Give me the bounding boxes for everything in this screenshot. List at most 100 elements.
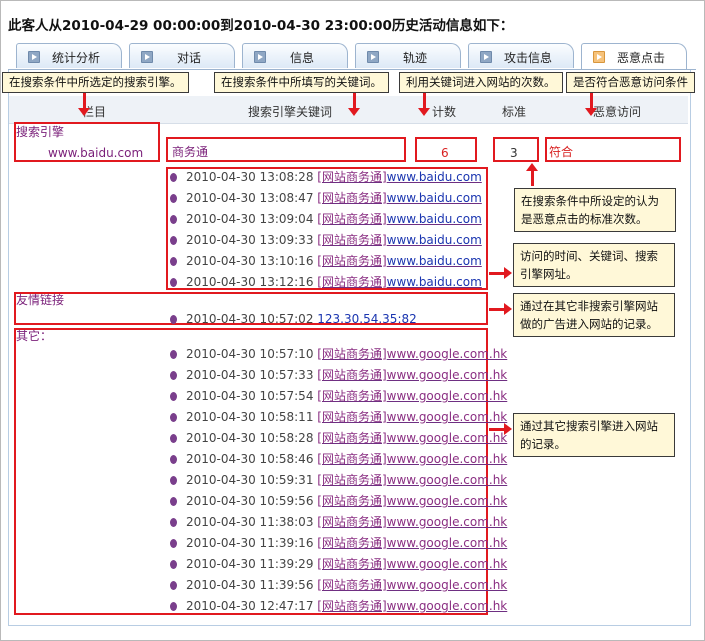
annotation-visits: 访问的时间、关键词、搜索引擎网址。 [513,243,675,287]
visit-dot-icon [170,194,177,203]
visit-dot-icon [170,602,177,611]
annotation-count: 利用关键词进入网站的次数。 [399,72,563,93]
record-link[interactable]: [网站商务通]www.google.com.hk [317,389,507,403]
annotation-friend: 通过在其它非搜索引擎网站做的广告进入网站的记录。 [513,293,675,337]
tab-track[interactable]: 轨迹 [355,43,461,68]
record-link[interactable]: [网站商务通]www.google.com.hk [317,347,507,361]
list-item: 2010-04-30 10:57:10 [网站商务通]www.google.co… [170,344,507,365]
list-item: 2010-04-30 10:58:28 [网站商务通]www.google.co… [170,428,507,449]
column-header-count: 计数 [432,105,457,119]
list-item: 2010-04-30 13:09:33 [网站商务通]www.baidu.com [170,230,482,251]
tab-label: 攻击信息 [503,51,552,65]
tab-label: 轨迹 [402,51,427,65]
record-link[interactable]: [网站商务通]www.google.com.hk [317,599,507,613]
record-link[interactable]: 123.30.54.35:82 [317,312,416,326]
record-link[interactable]: [网站商务通]www.google.com.hk [317,368,507,382]
tab-info[interactable]: 信息 [242,43,348,68]
tab-statistics[interactable]: 统计分析 [16,43,122,68]
visit-dot-icon [170,455,177,464]
column-header-malicious: 恶意访问 [593,105,642,119]
annotation-keyword: 在搜索条件中所填写的关键词。 [214,72,389,93]
malicious-value: 符合 [549,145,574,159]
visit-dot-icon [170,413,177,422]
section-label-friend: 友情链接 [16,293,65,307]
tab-label: 恶意点击 [616,51,665,65]
list-item: 2010-04-30 13:08:28 [网站商务通]www.baidu.com [170,167,482,188]
visit-dot-icon [170,581,177,590]
count-value: 6 [441,146,449,160]
tab-attack-info[interactable]: 攻击信息 [468,43,574,68]
visit-dot-icon [170,518,177,527]
arrow-down [78,93,90,116]
record-link[interactable]: [网站商务通]www.google.com.hk [317,410,507,424]
list-item: 2010-04-30 10:59:56 [网站商务通]www.google.co… [170,491,507,512]
page-title: 此客人从2010-04-29 00:00:00到2010-04-30 23:00… [8,18,514,34]
tab-bar: 统计分析 对话 信息 轨迹 攻击信息 恶意点击 [16,43,696,69]
tab-label: 对话 [176,51,201,65]
list-item: 2010-04-30 13:12:16 [网站商务通]www.baidu.com [170,272,482,293]
record-link[interactable]: [网站商务通]www.google.com.hk [317,515,507,529]
keyword-value: 商务通 [172,145,209,159]
annotation-standard: 在搜索条件中所设定的认为是恶意点击的标准次数。 [514,188,676,232]
arrow-right [489,267,512,279]
record-link[interactable]: [网站商务通]www.google.com.hk [317,473,507,487]
standard-value: 3 [510,146,518,160]
record-link[interactable]: [网站商务通]www.baidu.com [317,170,482,184]
list-item: 2010-04-30 11:39:16 [网站商务通]www.google.co… [170,533,507,554]
engine-name: www.baidu.com [48,146,144,160]
list-item: 2010-04-30 10:57:54 [网站商务通]www.google.co… [170,386,507,407]
visit-dot-icon [170,392,177,401]
arrow-down [585,93,597,116]
section-label-other: 其它： [16,329,53,343]
section-label-search: 搜索引擎 [16,125,65,139]
list-item: 2010-04-30 13:08:47 [网站商务通]www.baidu.com [170,188,482,209]
record-link[interactable]: [网站商务通]www.google.com.hk [317,452,507,466]
friend-records: 2010-04-30 10:57:02 123.30.54.35:82 [170,309,417,330]
visit-dot-icon [170,278,177,287]
visit-dot-icon [170,497,177,506]
list-item: 2010-04-30 10:57:02 123.30.54.35:82 [170,309,417,330]
list-item: 2010-04-30 10:57:33 [网站商务通]www.google.co… [170,365,507,386]
visit-dot-icon [170,560,177,569]
record-link[interactable]: [网站商务通]www.google.com.hk [317,536,507,550]
arrow-down [418,93,430,116]
arrow-right [489,423,512,435]
search-records: 2010-04-30 13:08:28 [网站商务通]www.baidu.com… [170,167,482,293]
visit-dot-icon [170,476,177,485]
annotation-malicious: 是否符合恶意访问条件 [566,72,695,93]
record-link[interactable]: [网站商务通]www.baidu.com [317,212,482,226]
arrow-down [348,93,360,116]
visit-dot-icon [170,371,177,380]
visit-dot-icon [170,236,177,245]
tab-dialogue[interactable]: 对话 [129,43,235,68]
list-item: 2010-04-30 10:58:46 [网站商务通]www.google.co… [170,449,507,470]
visit-dot-icon [170,434,177,443]
list-item: 2010-04-30 11:38:03 [网站商务通]www.google.co… [170,512,507,533]
list-item: 2010-04-30 11:39:29 [网站商务通]www.google.co… [170,554,507,575]
list-item: 2010-04-30 12:47:17 [网站商务通]www.google.co… [170,596,507,617]
visit-dot-icon [170,539,177,548]
record-link[interactable]: [网站商务通]www.google.com.hk [317,578,507,592]
record-link[interactable]: [网站商务通]www.baidu.com [317,191,482,205]
record-link[interactable]: [网站商务通]www.baidu.com [317,233,482,247]
visit-dot-icon [170,350,177,359]
record-link[interactable]: [网站商务通]www.google.com.hk [317,431,507,445]
other-records: 2010-04-30 10:57:10 [网站商务通]www.google.co… [170,344,507,617]
record-link[interactable]: [网站商务通]www.baidu.com [317,254,482,268]
tab-malicious-click[interactable]: 恶意点击 [581,43,687,69]
record-link[interactable]: [网站商务通]www.google.com.hk [317,494,507,508]
record-link[interactable]: [网站商务通]www.google.com.hk [317,557,507,571]
record-link[interactable]: [网站商务通]www.baidu.com [317,275,482,289]
annotation-engine: 在搜索条件中所选定的搜索引擎。 [2,72,189,93]
visit-dot-icon [170,173,177,182]
tab-label: 信息 [289,51,314,65]
list-item: 2010-04-30 13:10:16 [网站商务通]www.baidu.com [170,251,482,272]
column-header-keyword: 搜索引擎关键词 [248,105,333,119]
list-item: 2010-04-30 11:39:56 [网站商务通]www.google.co… [170,575,507,596]
arrow-right [489,303,512,315]
visit-dot-icon [170,315,177,324]
arrow-up [526,163,538,186]
list-item: 2010-04-30 13:09:04 [网站商务通]www.baidu.com [170,209,482,230]
annotation-other: 通过其它搜索引擎进入网站的记录。 [513,413,675,457]
visit-dot-icon [170,215,177,224]
